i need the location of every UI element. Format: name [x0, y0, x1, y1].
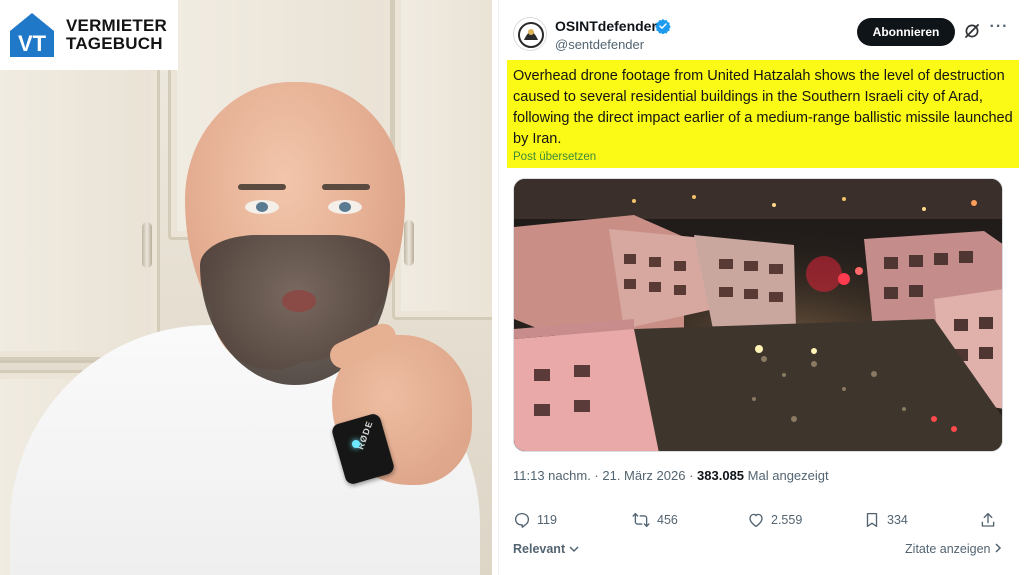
- chevron-down-icon: [569, 546, 579, 553]
- logo-house-icon: VT: [6, 9, 58, 61]
- quotes-label: Zitate anzeigen: [905, 542, 991, 556]
- reply-icon: [514, 512, 530, 528]
- sort-replies-dropdown[interactable]: Relevant: [513, 542, 579, 556]
- cabinet-right: [392, 0, 492, 320]
- repost-button[interactable]: 456: [631, 506, 678, 534]
- tweet-card: OSINTdefender @sentdefender Abonnieren ·…: [498, 0, 1024, 575]
- share-icon: [981, 512, 995, 527]
- handle[interactable]: @sentdefender: [555, 37, 644, 52]
- cabinet-left: [0, 60, 160, 360]
- tweet-media-video[interactable]: [513, 178, 1003, 452]
- logo-text-line2: TAGEBUCH: [66, 34, 163, 53]
- action-bar: 119 456 2.559 334: [513, 506, 1003, 534]
- bookmark-count: 334: [887, 513, 908, 527]
- channel-logo: VT VERMIETER TAGEBUCH: [0, 0, 178, 70]
- sort-label: Relevant: [513, 542, 566, 556]
- share-button[interactable]: [979, 506, 1003, 534]
- cabinet-handle: [142, 222, 152, 268]
- tweet-text: Overhead drone footage from United Hatza…: [513, 68, 1013, 147]
- left-eye: [245, 200, 279, 214]
- views-label: Mal angezeigt: [747, 468, 829, 483]
- video-area: RØDE VT VERMIETER TAGEBUCH: [0, 0, 492, 575]
- chevron-right-icon: [995, 543, 1002, 553]
- heart-icon: [749, 513, 763, 528]
- right-brow: [322, 184, 370, 190]
- more-options-button[interactable]: ···: [987, 19, 1011, 40]
- verified-badge-icon: [655, 19, 671, 34]
- repost-icon: [632, 512, 650, 528]
- grok-icon[interactable]: [963, 22, 981, 40]
- reply-count: 119: [537, 513, 557, 527]
- reply-button[interactable]: 119: [513, 506, 557, 534]
- views-count: 383.085: [697, 468, 745, 483]
- logo-text-line1: VERMIETER: [66, 16, 167, 35]
- like-button[interactable]: 2.559: [747, 506, 802, 534]
- drone-footage-image: [514, 179, 1002, 451]
- bookmark-icon: [866, 512, 878, 528]
- translate-link[interactable]: Post übersetzen: [513, 151, 596, 163]
- like-count: 2.559: [771, 513, 803, 527]
- display-name[interactable]: OSINTdefender: [555, 18, 657, 34]
- follow-button[interactable]: Abonnieren: [857, 18, 955, 46]
- repost-count: 456: [657, 513, 678, 527]
- timestamp[interactable]: 11:13 nachm. · 21. März 2026 ·: [513, 468, 693, 483]
- tweet-meta: 11:13 nachm. · 21. März 2026 · 383.085 M…: [513, 468, 829, 483]
- view-quotes-link[interactable]: Zitate anzeigen: [905, 542, 1002, 556]
- bookmark-button[interactable]: 334: [863, 506, 908, 534]
- left-brow: [238, 184, 286, 190]
- logo-text: VERMIETER TAGEBUCH: [66, 17, 167, 53]
- right-eye: [328, 200, 362, 214]
- microphone-led: [352, 440, 360, 448]
- avatar[interactable]: [513, 17, 547, 51]
- mouth: [282, 290, 316, 312]
- cabinet-handle: [404, 220, 414, 266]
- svg-text:VT: VT: [18, 31, 47, 56]
- avatar-emblem-icon: [515, 19, 546, 50]
